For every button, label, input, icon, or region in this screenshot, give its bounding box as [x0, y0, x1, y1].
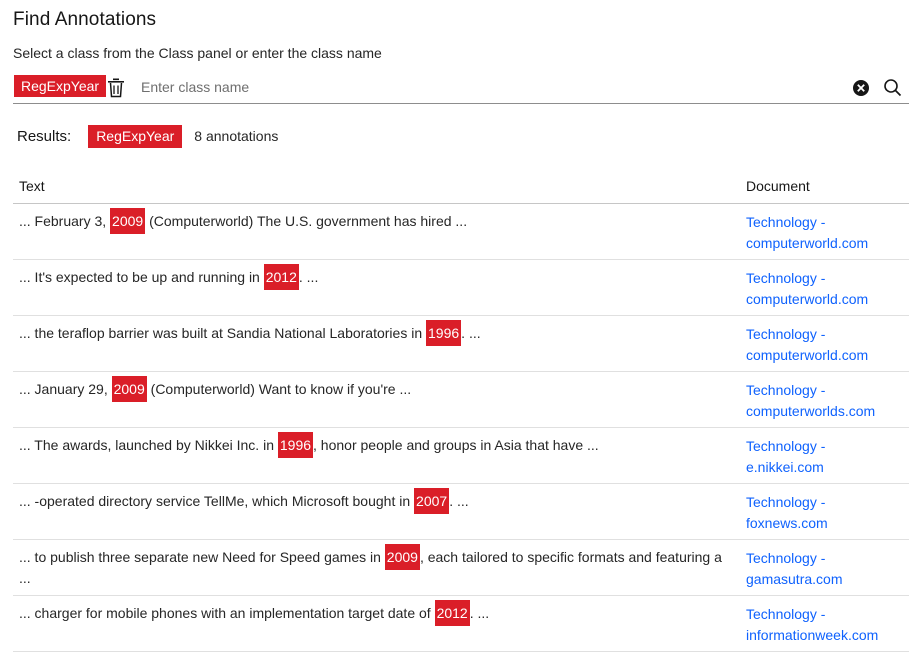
table-row: ... the teraflop barrier was built at Sa…: [13, 315, 909, 372]
context-before: ... February 3,: [19, 213, 111, 229]
document-link[interactable]: Technology - gamasutra.com: [746, 550, 842, 587]
context-after: . ...: [298, 269, 319, 285]
annotation-text-cell: ... to publish three separate new Need f…: [13, 539, 740, 596]
close-filled-icon[interactable]: [852, 79, 870, 97]
annotation-text-cell: ... It's expected to be up and running i…: [13, 259, 740, 316]
results-count: 8 annotations: [194, 128, 279, 144]
context-after: . ...: [469, 605, 490, 621]
document-link[interactable]: Technology - computerworlds.com: [746, 382, 875, 419]
document-category: Technology -: [746, 214, 826, 230]
context-before: ... to publish three separate new Need f…: [19, 549, 385, 565]
document-link[interactable]: Technology - informationweek.com: [746, 606, 878, 643]
annotation-highlight: 2009: [384, 544, 420, 570]
document-name: foxnews.com: [746, 515, 828, 531]
annotation-highlight: 2009: [111, 376, 147, 402]
document-cell: Technology - gamasutra.com: [740, 539, 909, 596]
table-row: ... It's expected to be up and running i…: [13, 259, 909, 316]
document-name: computerworld.com: [746, 347, 869, 363]
annotation-highlight: 2009: [110, 208, 146, 234]
annotation-highlight: 1996: [426, 320, 462, 346]
context-after: (Computerworld) Want to know if you're .…: [146, 381, 412, 397]
annotation-highlight: 2012: [263, 264, 299, 290]
document-cell: Technology - computerworld.com: [740, 259, 909, 316]
document-link[interactable]: Technology - e.nikkei.com: [746, 438, 825, 475]
class-search-bar: RegExpYear: [13, 74, 909, 104]
annotation-text-cell: ... the teraflop barrier was built at Sa…: [13, 315, 740, 372]
column-header-document: Document: [740, 170, 909, 204]
document-category: Technology -: [746, 438, 826, 454]
annotation-highlight: 1996: [277, 432, 314, 458]
annotations-table: Text Document ... February 3, 2009 (Comp…: [13, 170, 909, 652]
document-name: computerworlds.com: [746, 403, 876, 419]
document-name: e.nikkei.com: [746, 459, 824, 475]
table-row: ... The awards, launched by Nikkei Inc. …: [13, 427, 909, 484]
document-category: Technology -: [746, 494, 826, 510]
annotation-text-cell: ... February 3, 2009 (Computerworld) The…: [13, 203, 740, 260]
trash-icon[interactable]: [107, 78, 125, 98]
document-category: Technology -: [746, 326, 826, 342]
document-category: Technology -: [746, 270, 826, 286]
annotation-text-cell: ... January 29, 2009 (Computerworld) Wan…: [13, 371, 740, 428]
document-category: Technology -: [746, 606, 826, 622]
table-row: ... January 29, 2009 (Computerworld) Wan…: [13, 371, 909, 428]
search-icon[interactable]: [883, 78, 902, 97]
document-link[interactable]: Technology - foxnews.com: [746, 494, 828, 531]
context-after: . ...: [449, 493, 469, 509]
class-name-input[interactable]: [141, 74, 821, 100]
table-row: ... -operated directory service TellMe, …: [13, 483, 909, 540]
document-category: Technology -: [746, 382, 826, 398]
results-class-tag: RegExpYear: [88, 124, 183, 148]
document-name: computerworld.com: [746, 291, 869, 307]
annotation-highlight: 2007: [414, 488, 450, 514]
table-row: ... to publish three separate new Need f…: [13, 539, 909, 596]
document-category: Technology -: [746, 550, 826, 566]
document-cell: Technology - informationweek.com: [740, 595, 909, 652]
context-before: ... The awards, launched by Nikkei Inc. …: [19, 437, 278, 453]
annotation-text-cell: ... -operated directory service TellMe, …: [13, 483, 740, 540]
column-header-text: Text: [13, 170, 740, 204]
context-before: ... -operated directory service TellMe, …: [19, 493, 415, 509]
table-row: ... charger for mobile phones with an im…: [13, 595, 909, 652]
context-before: ... charger for mobile phones with an im…: [19, 605, 435, 621]
document-name: informationweek.com: [746, 627, 879, 643]
table-header-row: Text Document: [13, 170, 909, 204]
annotation-highlight: 2012: [434, 600, 470, 626]
document-link[interactable]: Technology - computerworld.com: [746, 214, 868, 251]
context-after: . ...: [461, 325, 481, 341]
document-cell: Technology - foxnews.com: [740, 483, 909, 540]
document-name: computerworld.com: [746, 235, 869, 251]
document-cell: Technology - computerworld.com: [740, 203, 909, 260]
context-before: ... It's expected to be up and running i…: [19, 269, 264, 285]
annotation-text-cell: ... The awards, launched by Nikkei Inc. …: [13, 427, 740, 484]
document-link[interactable]: Technology - computerworld.com: [746, 270, 868, 307]
document-cell: Technology - e.nikkei.com: [740, 427, 909, 484]
document-cell: Technology - computerworld.com: [740, 315, 909, 372]
results-label: Results:: [17, 127, 72, 145]
page-title: Find Annotations: [13, 9, 157, 30]
table-row: ... February 3, 2009 (Computerworld) The…: [13, 203, 909, 260]
document-name: gamasutra.com: [746, 571, 843, 587]
context-before: ... the teraflop barrier was built at Sa…: [19, 325, 427, 341]
document-cell: Technology - computerworlds.com: [740, 371, 909, 428]
annotation-text-cell: ... charger for mobile phones with an im…: [13, 595, 740, 652]
results-summary: Results: RegExpYear 8 annotations: [17, 124, 278, 148]
context-before: ... January 29,: [19, 381, 112, 397]
page-subtitle: Select a class from the Class panel or e…: [13, 45, 382, 61]
context-after: , honor people and groups in Asia that h…: [313, 437, 599, 453]
selected-class-tag[interactable]: RegExpYear: [14, 75, 107, 97]
document-link[interactable]: Technology - computerworld.com: [746, 326, 868, 363]
context-after: (Computerworld) The U.S. government has …: [145, 213, 468, 229]
